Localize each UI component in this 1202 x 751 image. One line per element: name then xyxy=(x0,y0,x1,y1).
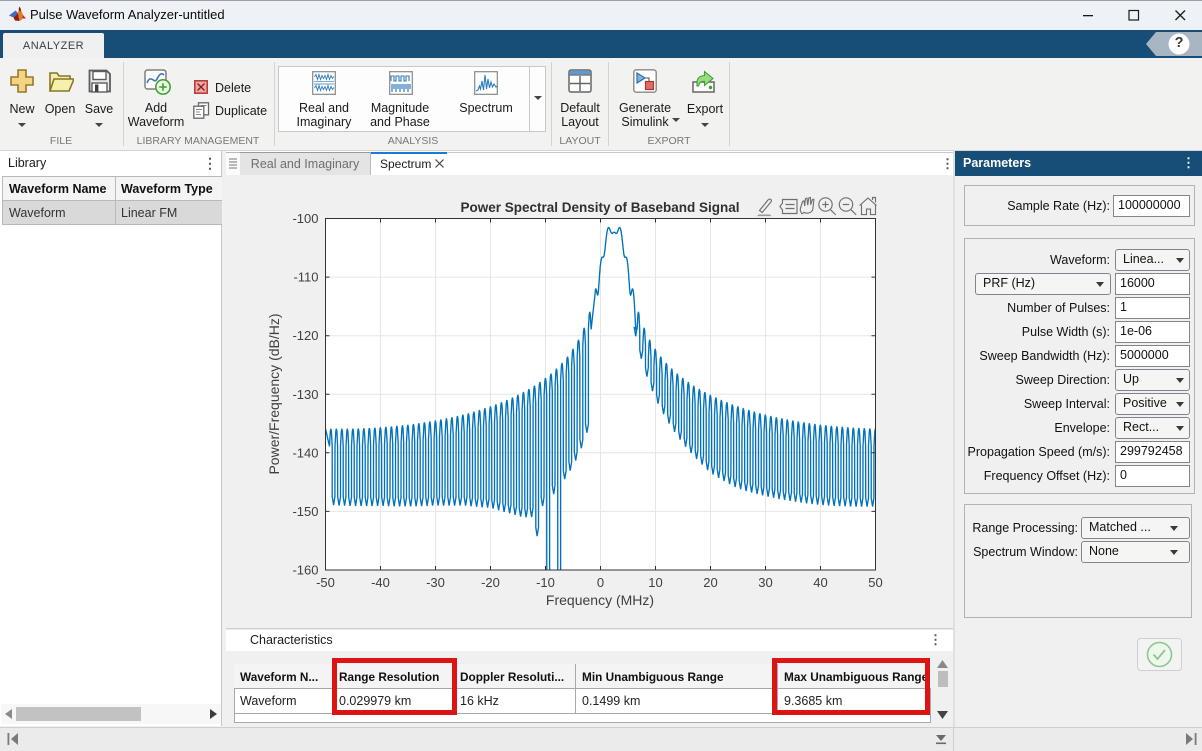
svg-text:40: 40 xyxy=(813,575,827,590)
svg-text:0: 0 xyxy=(597,575,604,590)
svg-text:-10: -10 xyxy=(536,575,555,590)
svg-text:-140: -140 xyxy=(292,445,318,460)
svg-text:10: 10 xyxy=(648,575,662,590)
svg-text:Frequency (MHz): Frequency (MHz) xyxy=(546,592,654,608)
svg-text:-30: -30 xyxy=(426,575,445,590)
svg-text:20: 20 xyxy=(703,575,717,590)
svg-text:-40: -40 xyxy=(371,575,390,590)
svg-text:-120: -120 xyxy=(292,328,318,343)
svg-text:50: 50 xyxy=(868,575,882,590)
svg-text:30: 30 xyxy=(758,575,772,590)
svg-text:-130: -130 xyxy=(292,387,318,402)
svg-text:Power Spectral Density of Base: Power Spectral Density of Baseband Signa… xyxy=(460,200,739,215)
svg-text:-110: -110 xyxy=(293,270,318,285)
svg-text:-20: -20 xyxy=(481,575,500,590)
svg-text:-150: -150 xyxy=(292,504,318,519)
svg-text:-50: -50 xyxy=(316,575,335,590)
svg-text:Power/Frequency (dB/Hz): Power/Frequency (dB/Hz) xyxy=(266,313,282,474)
svg-text:-160: -160 xyxy=(292,563,318,578)
svg-text:-100: -100 xyxy=(292,211,318,226)
